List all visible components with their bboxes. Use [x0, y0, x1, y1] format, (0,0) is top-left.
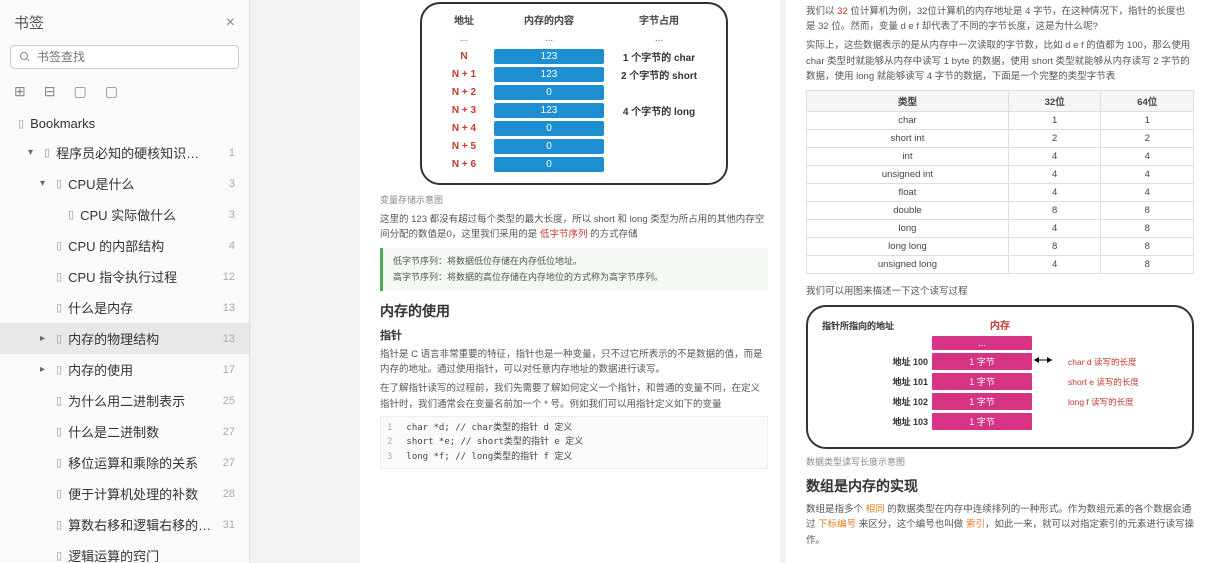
tree-item[interactable]: ▯CPU 指令执行过程12 [0, 261, 249, 292]
twisty-icon[interactable]: ▾ [40, 178, 50, 189]
search-icon [19, 51, 31, 63]
search-box[interactable] [10, 45, 239, 69]
tree-page-num: 1 [229, 147, 235, 159]
bookmark-item-icon: ▯ [56, 549, 62, 562]
bookmark-outline-icon[interactable]: ▢ [105, 83, 118, 100]
tree-item[interactable]: ▯什么是内存13 [0, 292, 249, 323]
figure-caption: 数据类型读写长度示意图 [806, 455, 1194, 468]
tree-item[interactable]: ▯CPU 实际做什么3 [0, 199, 249, 230]
bookmark-tree[interactable]: ▯Bookmarks ▾▯程序员必知的硬核知识大全 1 ▾▯CPU是什么3 ▯C… [0, 110, 249, 563]
paragraph: 数组是指多个 相同 的数据类型在内存中连续排列的一种形式。作为数组元素的各个数据… [806, 502, 1194, 548]
sidebar-title: 书签 [14, 12, 44, 33]
memory-diagram: 地址 内存的内容 字节占用 ......... N1231 个字节的 char … [420, 2, 728, 185]
subsection-heading: 指针 [380, 327, 768, 343]
paragraph: 在了解指针读写的过程前，我们先需要了解如何定义一个指针，和普通的变量不同，在定义… [380, 381, 768, 411]
tree-item[interactable]: ▯什么是二进制数27 [0, 416, 249, 447]
tree-item[interactable]: ▯为什么用二进制表示25 [0, 385, 249, 416]
tree-root[interactable]: ▯ Bookmarks [0, 110, 249, 137]
collapse-all-icon[interactable]: ⊟ [44, 83, 56, 100]
bookmark-item-icon: ▯ [56, 239, 62, 252]
bookmark-item-icon: ▯ [56, 177, 62, 190]
bookmark-icon[interactable]: ▢ [73, 83, 86, 100]
section-heading: 数组是内存的实现 [806, 476, 1194, 496]
expand-all-icon[interactable]: ⊞ [14, 83, 26, 100]
bookmark-item-icon: ▯ [56, 301, 62, 314]
bookmark-item-icon: ▯ [56, 456, 62, 469]
bookmark-item-icon: ▯ [56, 518, 62, 531]
col-header: 地址 [434, 12, 494, 27]
paragraph: 我们可以用图来描述一下这个读写过程 [806, 284, 1194, 299]
col-header: 字节占用 [604, 12, 714, 27]
tree-item[interactable]: ▯逻辑运算的窍门 [0, 540, 249, 563]
paragraph: 指针是 C 语言非常重要的特征，指针也是一种变量，只不过它所表示的不是数据的值，… [380, 347, 768, 377]
tip-box: 低字节序列：将数据低位存储在内存低位地址。 高字节序列：将数据的高位存储在内存地… [380, 248, 768, 291]
paragraph: 我们以 32 位计算机为例，32位计算机的内存地址是 4 字节，在这种情况下，指… [806, 4, 1194, 34]
page-right: 我们以 32 位计算机为例，32位计算机的内存地址是 4 字节，在这种情况下，指… [780, 0, 1206, 563]
paragraph: 实际上，这些数据表示的是从内存中一次读取的字节数，比如 d e f 的值都为 1… [806, 38, 1194, 84]
twisty-icon[interactable]: ▸ [40, 333, 50, 344]
bookmark-item-icon: ▯ [44, 146, 50, 159]
bookmark-item-icon: ▯ [56, 394, 62, 407]
code-block: 1 char *d; // char类型的指针 d 定义 2 short *e;… [380, 416, 768, 469]
twisty-icon[interactable]: ▸ [40, 364, 50, 375]
tree-item[interactable]: ▯便于计算机处理的补数28 [0, 478, 249, 509]
search-input[interactable] [37, 50, 230, 64]
bookmark-item-icon: ▯ [56, 270, 62, 283]
page-gutter [250, 0, 360, 563]
sidebar-toolbar: ⊞ ⊟ ▢ ▢ [0, 77, 249, 110]
tree-item[interactable]: ▸▯内存的使用17 [0, 354, 249, 385]
tree-item[interactable]: ▾▯CPU是什么3 [0, 168, 249, 199]
twisty-icon[interactable]: ▾ [28, 147, 38, 158]
pointer-label: 指针所指向的地址 [822, 319, 894, 332]
bookmark-item-icon: ▯ [68, 208, 74, 221]
sidebar-header: 书签 × [0, 0, 249, 41]
bookmark-item-icon: ▯ [56, 332, 62, 345]
tree-item[interactable]: ▯移位运算和乘除的关系27 [0, 447, 249, 478]
tree-root-label: Bookmarks [30, 116, 95, 131]
pointer-diagram: 指针所指向的地址 内存 ... 地址 1001 字节char d 读写的长度 地… [806, 305, 1194, 449]
page-left: 地址 内存的内容 字节占用 ......... N1231 个字节的 char … [360, 0, 780, 563]
figure-caption: 变量存储示意图 [380, 193, 768, 206]
paragraph: 这里的 123 都没有超过每个类型的最大长度，所以 short 和 long 类… [380, 212, 768, 242]
tree-item[interactable]: ▯算数右移和逻辑右移的区别31 [0, 509, 249, 540]
type-size-table: 类型32位64位 char11 short int22 int44 unsign… [806, 90, 1194, 274]
bookmark-item-icon: ▯ [56, 425, 62, 438]
close-icon[interactable]: × [226, 14, 235, 32]
tree-item-active[interactable]: ▸▯内存的物理结构13 [0, 323, 249, 354]
tree-item[interactable]: ▯CPU 的内部结构4 [0, 230, 249, 261]
sidebar-search [0, 41, 249, 77]
document-viewport[interactable]: 地址 内存的内容 字节占用 ......... N1231 个字节的 char … [250, 0, 1206, 563]
bookmark-item-icon: ▯ [56, 363, 62, 376]
bookmark-group-icon: ▯ [18, 117, 24, 130]
bookmarks-sidebar: 书签 × ⊞ ⊟ ▢ ▢ ▯Bookmarks ▾▯程序员必知的硬核知识大全 1… [0, 0, 250, 563]
section-heading: 内存的使用 [380, 301, 768, 321]
tree-doc-title[interactable]: ▾▯程序员必知的硬核知识大全 1 [0, 137, 249, 168]
col-header: 内存的内容 [494, 12, 604, 27]
bookmark-item-icon: ▯ [56, 487, 62, 500]
